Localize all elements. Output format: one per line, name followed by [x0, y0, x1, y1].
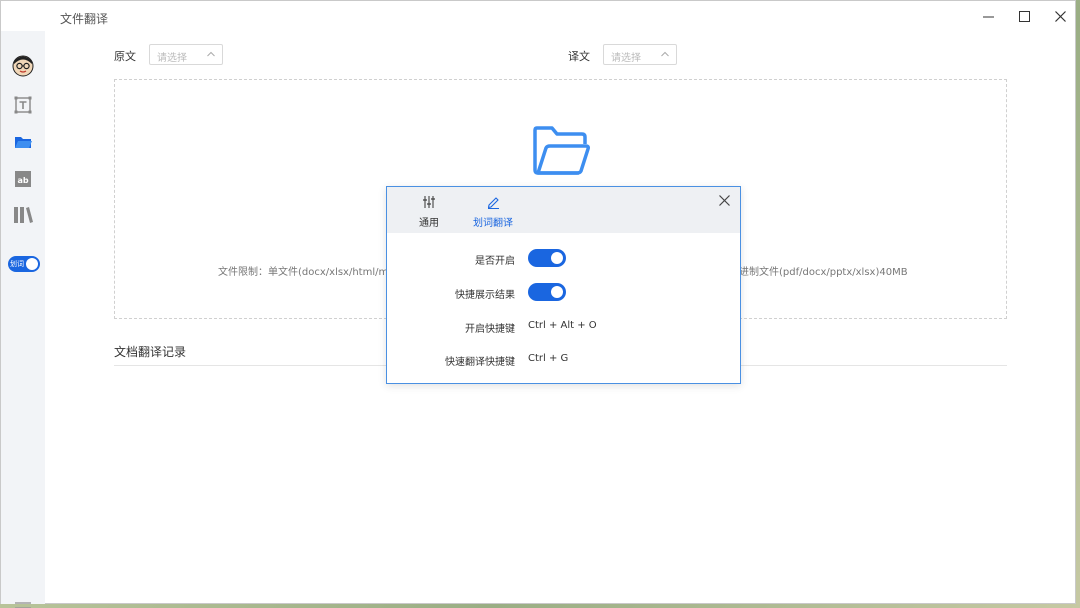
toggle-knob	[26, 258, 38, 270]
chevron-up-icon	[661, 51, 669, 57]
maximize-button[interactable]	[1009, 5, 1039, 27]
sidebar: ab 划词	[1, 31, 45, 608]
setting-label-open-shortcut: 开启快捷键	[465, 324, 515, 335]
target-language-select[interactable]: 请选择	[603, 44, 677, 65]
setting-label-quick-show: 快捷展示结果	[455, 290, 515, 301]
tab-general[interactable]: 通用	[414, 193, 444, 231]
title-bar: 文件翻译	[1, 1, 1075, 31]
tab-word-translate[interactable]: 划词翻译	[471, 193, 515, 231]
dialog-close-button[interactable]	[719, 195, 730, 209]
text-translate-button[interactable]	[12, 94, 34, 116]
file-translate-button[interactable]	[12, 131, 34, 153]
tab-word-translate-label: 划词翻译	[473, 218, 513, 229]
menu-icon	[15, 602, 31, 608]
word-translate-settings-dialog: 通用 划词翻译 是否开启 快捷展示结果 开启快捷键 Ctrl + Alt + O…	[386, 186, 741, 384]
setting-label-translate-shortcut: 快速翻译快捷键	[445, 357, 515, 368]
file-limit-text-right: 进制文件(pdf/docx/pptx/xlsx)40MB	[739, 267, 908, 278]
image-translate-button[interactable]: ab	[12, 168, 34, 190]
setting-label-enable: 是否开启	[475, 256, 515, 267]
word-select-toggle-label: 划词	[10, 260, 24, 268]
source-language-label: 原文	[114, 50, 136, 63]
target-language-placeholder: 请选择	[611, 53, 641, 64]
quick-show-switch[interactable]	[528, 283, 566, 301]
minimize-icon	[982, 16, 994, 17]
close-icon	[719, 195, 730, 206]
tab-general-label: 通用	[419, 218, 439, 229]
source-language-select[interactable]: 请选择	[149, 44, 223, 65]
switch-knob	[551, 252, 563, 264]
window-title: 文件翻译	[60, 12, 109, 26]
avatar-icon	[12, 55, 34, 77]
source-language-placeholder: 请选择	[157, 53, 187, 64]
sliders-icon	[422, 193, 436, 211]
library-icon	[14, 207, 33, 223]
avatar[interactable]	[12, 55, 34, 77]
svg-text:ab: ab	[18, 176, 29, 185]
library-button[interactable]	[12, 204, 34, 226]
open-folder-icon	[533, 126, 590, 175]
close-icon	[1054, 10, 1066, 22]
image-translate-icon: ab	[15, 171, 31, 187]
text-translate-icon	[14, 96, 32, 114]
dialog-header: 通用 划词翻译	[387, 187, 740, 233]
folder-icon	[15, 137, 32, 148]
file-limit-text-left: 文件限制：单文件(docx/xlsx/html/ma	[218, 267, 395, 278]
chevron-up-icon	[207, 51, 215, 57]
history-title: 文档翻译记录	[114, 345, 187, 359]
translate-shortcut-value[interactable]: Ctrl + G	[528, 353, 568, 364]
word-select-toggle[interactable]: 划词	[8, 256, 40, 272]
minimize-button[interactable]	[973, 5, 1003, 27]
menu-button[interactable]	[15, 602, 31, 608]
maximize-icon	[1018, 10, 1030, 22]
close-button[interactable]	[1045, 5, 1075, 27]
switch-knob	[551, 286, 563, 298]
pen-icon	[486, 193, 500, 211]
enable-switch[interactable]	[528, 249, 566, 267]
open-shortcut-value[interactable]: Ctrl + Alt + O	[528, 320, 597, 331]
target-language-label: 译文	[568, 50, 590, 63]
